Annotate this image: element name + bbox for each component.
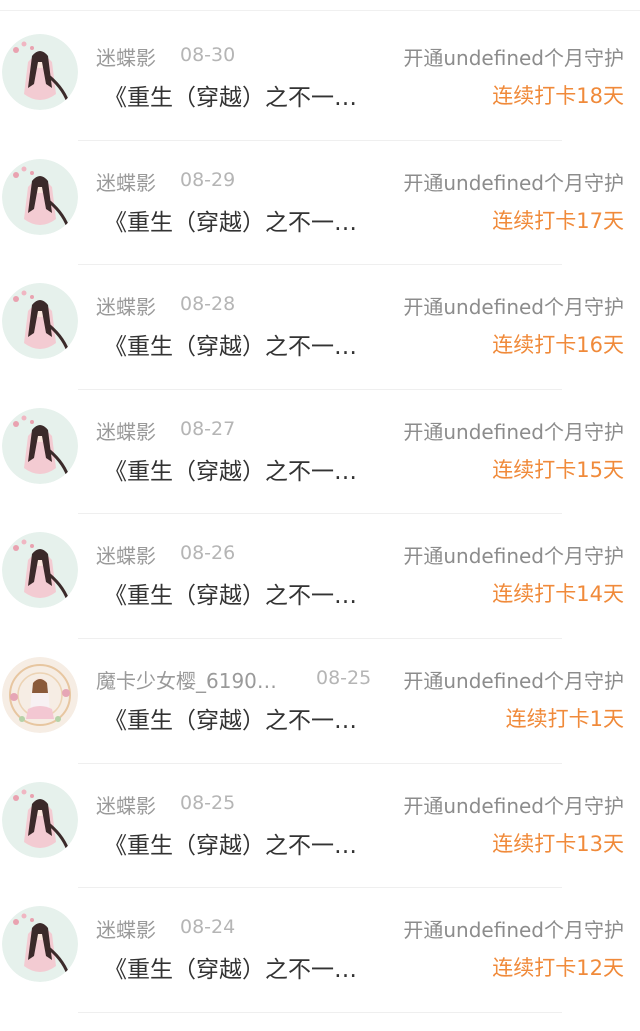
user-name[interactable]: 迷蝶影: [96, 914, 156, 943]
user-name[interactable]: 魔卡少女樱_6190…: [96, 665, 277, 694]
pink-ancient-girl-icon: [2, 532, 78, 609]
book-title[interactable]: 《重生（穿越）之不一…: [104, 452, 357, 486]
avatar[interactable]: [2, 781, 78, 858]
gift-description: 开通undefined个月守护: [403, 668, 624, 693]
streak-label: 连续打卡12天: [492, 956, 624, 981]
list-item[interactable]: 迷蝶影 08-25 开通undefined个月守护 《重生（穿越）之不一… 连续…: [0, 781, 640, 907]
book-title[interactable]: 《重生（穿越）之不一…: [104, 203, 357, 237]
streak-label: 连续打卡18天: [492, 84, 624, 108]
streak-label: 连续打卡15天: [492, 457, 624, 482]
avatar[interactable]: [2, 158, 78, 235]
pink-ancient-girl-icon: [2, 34, 78, 110]
record-date: 08-25: [316, 666, 372, 689]
gift-description: 开通undefined个月守护: [403, 544, 624, 569]
checkin-record-list[interactable]: 迷蝶影 08-30 开通undefined个月守护 《重生（穿越）之不一… 连续…: [0, 34, 640, 1031]
user-name[interactable]: 迷蝶影: [96, 416, 156, 445]
record-date: 08-28: [180, 293, 236, 316]
book-title[interactable]: 《重生（穿越）之不一…: [104, 327, 357, 361]
avatar[interactable]: [2, 532, 78, 609]
streak-label: 连续打卡14天: [492, 582, 624, 607]
record-date: 08-30: [180, 44, 236, 66]
streak-label: 连续打卡13天: [492, 831, 624, 856]
record-date: 08-26: [180, 542, 236, 565]
book-title[interactable]: 《重生（穿越）之不一…: [104, 576, 357, 610]
list-item[interactable]: 迷蝶影 08-29 开通undefined个月守护 《重生（穿越）之不一… 连续…: [0, 158, 640, 284]
user-name[interactable]: 迷蝶影: [96, 42, 156, 71]
list-item[interactable]: 魔卡少女樱_6190… 08-25 开通undefined个月守护 《重生（穿越…: [0, 656, 640, 782]
avatar[interactable]: [2, 283, 78, 360]
pink-ancient-girl-icon: [2, 158, 78, 235]
streak-label: 连续打卡17天: [492, 208, 624, 233]
user-name[interactable]: 迷蝶影: [96, 291, 156, 320]
list-item[interactable]: 迷蝶影 08-28 开通undefined个月守护 《重生（穿越）之不一… 连续…: [0, 283, 640, 408]
list-item[interactable]: 迷蝶影 08-24 开通undefined个月守护 《重生（穿越）之不一… 连续…: [0, 906, 640, 1031]
list-item[interactable]: 迷蝶影 08-30 开通undefined个月守护 《重生（穿越）之不一… 连续…: [0, 34, 640, 159]
streak-label: 连续打卡1天: [505, 706, 624, 731]
gift-description: 开通undefined个月守护: [403, 170, 624, 195]
book-title[interactable]: 《重生（穿越）之不一…: [104, 701, 357, 735]
gift-description: 开通undefined个月守护: [403, 419, 624, 444]
record-date: 08-27: [180, 417, 236, 440]
avatar[interactable]: [2, 656, 78, 733]
list-item[interactable]: 迷蝶影 08-27 开通undefined个月守护 《重生（穿越）之不一… 连续…: [0, 407, 640, 533]
user-name[interactable]: 迷蝶影: [96, 167, 156, 196]
top-divider: [0, 0, 640, 11]
pink-ancient-girl-icon: [2, 407, 78, 484]
avatar[interactable]: [2, 407, 78, 484]
avatar[interactable]: [2, 906, 78, 983]
user-name[interactable]: 迷蝶影: [96, 790, 156, 819]
gift-description: 开通undefined个月守护: [403, 918, 624, 943]
gift-description: 开通undefined个月守护: [403, 295, 624, 320]
book-title[interactable]: 《重生（穿越）之不一…: [104, 950, 357, 984]
streak-label: 连续打卡16天: [492, 333, 624, 358]
avatar[interactable]: [2, 34, 78, 110]
user-name[interactable]: 迷蝶影: [96, 540, 156, 569]
book-title[interactable]: 《重生（穿越）之不一…: [104, 826, 357, 860]
gift-description: 开通undefined个月守护: [403, 46, 624, 70]
pink-ancient-girl-icon: [2, 906, 78, 983]
magic-girl-icon: [2, 656, 78, 733]
record-date: 08-29: [180, 168, 236, 191]
gift-description: 开通undefined个月守护: [403, 793, 624, 818]
record-date: 08-25: [180, 791, 236, 814]
pink-ancient-girl-icon: [2, 283, 78, 360]
list-item[interactable]: 迷蝶影 08-26 开通undefined个月守护 《重生（穿越）之不一… 连续…: [0, 532, 640, 657]
record-date: 08-24: [180, 916, 236, 939]
pink-ancient-girl-icon: [2, 781, 78, 858]
book-title[interactable]: 《重生（穿越）之不一…: [104, 78, 357, 112]
